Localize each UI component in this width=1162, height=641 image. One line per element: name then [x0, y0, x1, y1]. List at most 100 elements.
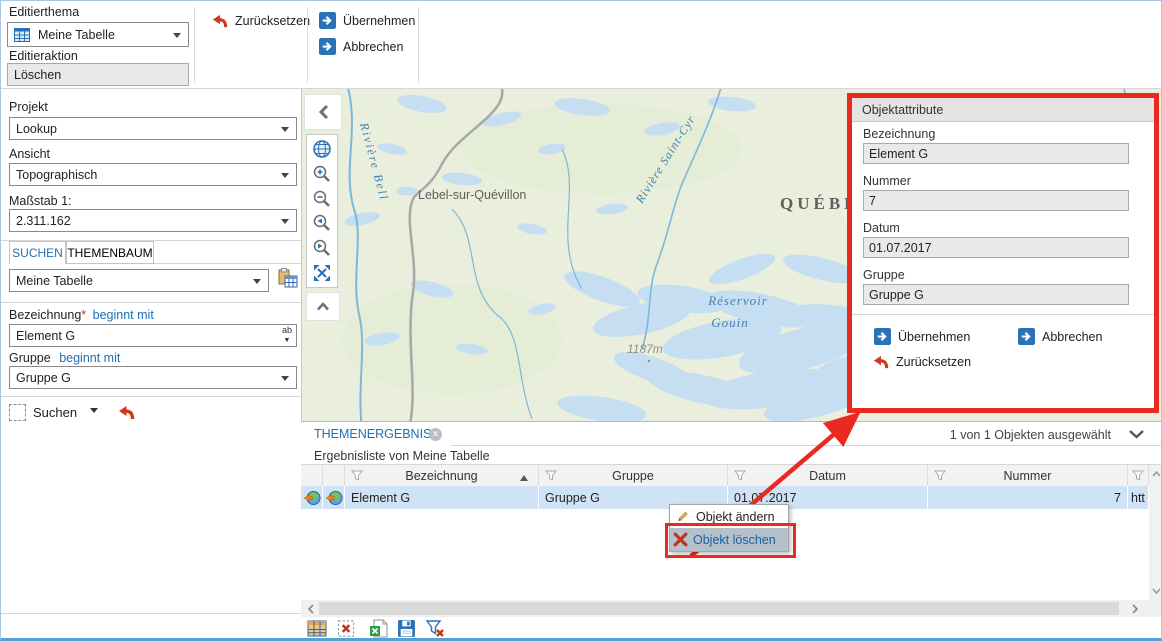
panel-title: Objektattribute	[862, 103, 943, 117]
export-excel-icon[interactable]	[369, 619, 388, 638]
save-icon[interactable]	[397, 619, 416, 638]
vertical-scrollbar[interactable]	[1149, 465, 1162, 600]
attr-label-bezeichnung: Bezeichnung	[863, 127, 935, 141]
filter-icon[interactable]	[734, 470, 746, 481]
chevron-down-icon	[281, 376, 289, 385]
edit-theme-select[interactable]: Meine Tabelle	[7, 22, 189, 47]
application-window: Editierthema Meine Tabelle Editieraktion…	[0, 0, 1162, 641]
horizontal-scrollbar[interactable]	[301, 600, 1162, 617]
header-cell-icon2	[323, 465, 345, 486]
collapse-results-icon[interactable]	[1128, 429, 1145, 439]
edit-action-label: Editieraktion	[9, 49, 78, 63]
close-tab-icon[interactable]: ✕	[429, 428, 442, 441]
cancel-attributes-button[interactable]: Abbrechen	[1018, 328, 1102, 345]
scale-select[interactable]: 2.311.162	[9, 209, 297, 232]
menu-item-objekt-aendern[interactable]: Objekt ändern	[670, 505, 788, 528]
scroll-down-icon[interactable]	[1149, 584, 1162, 598]
search-theme-select[interactable]: Meine Tabelle	[9, 269, 269, 292]
filter-icon[interactable]	[1132, 470, 1144, 481]
autocomplete-icon[interactable]: ab▼	[282, 326, 292, 345]
attribute-table-icon[interactable]	[307, 619, 327, 638]
map-toolbar	[306, 134, 338, 288]
arrow-right-icon	[319, 38, 336, 55]
scale-label: Maßstab 1:	[9, 194, 72, 208]
next-extent-icon[interactable]	[312, 238, 332, 258]
collapse-toolbar-up-button[interactable]	[306, 292, 340, 321]
row-cell-link[interactable]: htt	[1128, 486, 1149, 509]
remove-filter-icon[interactable]	[425, 619, 445, 638]
undo-icon	[211, 13, 228, 29]
map-label-reservoir-line1: Réservoir	[707, 293, 768, 308]
reset-attributes-button[interactable]: Zurücksetzen	[872, 354, 971, 370]
row-cell-bezeichnung: Element G	[345, 486, 539, 509]
required-mark: *	[81, 308, 86, 322]
zoom-to-object-icon[interactable]	[303, 489, 321, 507]
project-label: Projekt	[9, 100, 48, 114]
collapse-panel-left-button[interactable]	[304, 94, 342, 130]
chevron-down-icon	[281, 219, 289, 228]
previous-extent-icon[interactable]	[312, 213, 332, 233]
apply-edit-button[interactable]: Übernehmen	[319, 12, 415, 29]
apply-attributes-button[interactable]: Übernehmen	[874, 328, 970, 345]
reset-search-icon[interactable]	[117, 404, 135, 421]
map-label-elevation: 1187m	[627, 342, 663, 356]
scrollbar-thumb[interactable]	[319, 602, 1119, 615]
tab-suchen[interactable]: SUCHEN	[9, 241, 66, 264]
chevron-down-icon	[281, 173, 289, 182]
row-cell-zoomto[interactable]	[301, 486, 323, 509]
map-label-reservoir-line2: Gouin	[711, 315, 749, 330]
header-cell-link[interactable]	[1128, 465, 1149, 486]
reset-edit-button[interactable]: Zurücksetzen	[211, 13, 310, 29]
filter-icon[interactable]	[545, 470, 557, 481]
header-cell-bezeichnung[interactable]: Bezeichnung	[345, 465, 539, 486]
attr-label-gruppe: Gruppe	[863, 268, 905, 282]
zoom-in-icon[interactable]	[312, 164, 332, 184]
menu-item-objekt-loeschen[interactable]: Objekt löschen	[670, 528, 788, 551]
cancel-edit-button[interactable]: Abbrechen	[319, 38, 403, 55]
arrow-right-icon	[1018, 328, 1035, 345]
field1-input[interactable]: Element G ab▼	[9, 324, 297, 347]
edit-toolbar: Editierthema Meine Tabelle Editieraktion…	[1, 1, 1162, 88]
field2-operator[interactable]: beginnt mit	[59, 351, 120, 365]
full-globe-icon[interactable]	[312, 139, 332, 159]
search-button[interactable]: Suchen	[9, 404, 135, 421]
edit-theme-label: Editierthema	[9, 5, 79, 19]
field1-label: Bezeichnung	[9, 308, 81, 322]
scroll-right-icon[interactable]	[1127, 601, 1142, 616]
header-cell-gruppe[interactable]: Gruppe	[539, 465, 728, 486]
chevron-down-icon	[253, 279, 261, 288]
chevron-down-icon	[90, 408, 98, 417]
undo-icon	[872, 354, 889, 370]
attr-value-nummer: 7	[863, 190, 1129, 211]
result-list-title: Ergebnisliste von Meine Tabelle	[314, 449, 490, 463]
table-template-icon[interactable]	[276, 268, 299, 291]
view-select[interactable]: Topographisch	[9, 163, 297, 186]
chevron-down-icon	[281, 127, 289, 136]
full-extent-icon[interactable]	[312, 263, 332, 283]
zoom-out-icon[interactable]	[312, 189, 332, 209]
tab-themenergebnis[interactable]: THEMENERGEBNIS	[314, 427, 431, 441]
filter-icon[interactable]	[351, 470, 363, 481]
row-cell-panto[interactable]	[323, 486, 345, 509]
filter-icon[interactable]	[934, 470, 946, 481]
scroll-left-icon[interactable]	[303, 601, 318, 616]
row-cell-nummer: 7	[928, 486, 1128, 509]
header-cell-nummer[interactable]: Nummer	[928, 465, 1128, 486]
table-header-row: Bezeichnung Gruppe Datum Nummer	[301, 465, 1149, 486]
clear-selection-icon[interactable]	[336, 619, 356, 638]
field2-select[interactable]: Gruppe G	[9, 366, 297, 389]
scroll-up-icon[interactable]	[1149, 467, 1162, 481]
pan-to-object-icon[interactable]	[325, 489, 343, 507]
field2-label: Gruppe	[9, 351, 51, 365]
edit-theme-value: Meine Tabelle	[38, 28, 115, 42]
field1-operator[interactable]: beginnt mit	[93, 308, 154, 322]
rectangle-select-icon	[9, 404, 26, 421]
context-menu: Objekt ändern Objekt löschen	[669, 504, 789, 552]
project-select[interactable]: Lookup	[9, 117, 297, 140]
chevron-down-icon	[173, 33, 181, 42]
tab-themenbaum[interactable]: THEMENBAUM	[66, 241, 154, 264]
attr-label-nummer: Nummer	[863, 174, 911, 188]
delete-x-icon	[673, 532, 688, 547]
header-cell-datum[interactable]: Datum	[728, 465, 928, 486]
edit-action-value: Löschen	[7, 63, 189, 86]
